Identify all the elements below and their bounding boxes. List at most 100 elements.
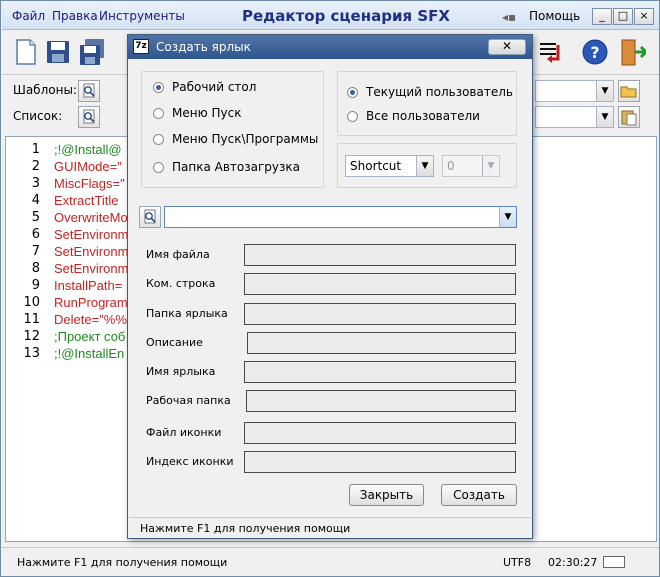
maximize-button[interactable]: □ (613, 8, 633, 25)
users-group (337, 71, 517, 136)
field-input[interactable] (244, 361, 516, 383)
radio-all-users[interactable]: Все пользователи (347, 109, 480, 123)
code-line[interactable]: Delete="%% (54, 312, 127, 327)
line-number: 3 (31, 176, 40, 191)
menu-tools[interactable]: Инструменты (99, 9, 185, 23)
radio-current-user[interactable]: Текущий пользователь (347, 85, 513, 99)
list-paste-button[interactable] (618, 106, 640, 128)
code-line[interactable]: OverwriteMo (54, 210, 128, 225)
radio-label: Папка Автозагрузка (172, 160, 300, 174)
code-line[interactable]: GUIMode=" (54, 159, 122, 174)
radio-label: Меню Пуск\Программы (172, 132, 319, 146)
list-delete-icon[interactable] (538, 37, 566, 67)
templates-search-button[interactable] (78, 80, 100, 102)
magnifier-icon (83, 109, 95, 124)
dialog-close-button[interactable]: ✕ (488, 39, 526, 55)
help-icon[interactable]: ? (581, 37, 609, 67)
status-hint: Нажмите F1 для получения помощи (17, 556, 228, 569)
menu-file[interactable]: Файл (12, 9, 45, 23)
list-search-button[interactable] (78, 106, 100, 128)
list-combo[interactable]: ▼ (535, 106, 614, 128)
field-input[interactable] (244, 422, 516, 444)
radio-icon (153, 81, 164, 93)
shortcut-type-select[interactable]: Shortcut ▼ (345, 155, 434, 177)
menu-edit[interactable]: Правка (52, 9, 98, 23)
pin-icon[interactable]: ◂▪ (502, 10, 516, 24)
code-line[interactable]: SetEnvironm (54, 244, 128, 259)
save-icon[interactable] (44, 37, 72, 67)
radio-startup-folder[interactable]: Папка Автозагрузка (153, 160, 300, 174)
field-input[interactable] (244, 244, 516, 266)
dialog-status-bar: Нажмите F1 для получения помощи (129, 517, 531, 537)
code-line[interactable]: SetEnvironm (54, 227, 128, 242)
radio-icon (153, 161, 164, 173)
create-button[interactable]: Создать (441, 484, 517, 506)
code-line[interactable]: InstallPath= (54, 278, 122, 293)
dialog-close-btn[interactable]: Закрыть (349, 484, 424, 506)
field-label: Рабочая папка (146, 394, 231, 407)
field-label: Описание (146, 336, 203, 349)
radio-label: Рабочий стол (172, 80, 257, 94)
radio-label: Текущий пользователь (366, 85, 513, 99)
field-input[interactable] (244, 273, 516, 295)
line-number: 10 (23, 295, 40, 310)
code-line[interactable]: MiscFlags=" (54, 176, 125, 191)
chevron-down-icon: ▼ (499, 207, 516, 227)
clipboard-icon (621, 110, 637, 126)
radio-icon (347, 110, 358, 122)
dialog-title: Создать ярлык (156, 40, 251, 54)
code-line[interactable]: ;!@InstallEn (54, 346, 124, 361)
radio-start-programs[interactable]: Меню Пуск\Программы (153, 132, 318, 146)
field-input[interactable] (247, 332, 516, 354)
field-input[interactable] (244, 303, 516, 325)
code-line[interactable]: ;Проект соб (54, 329, 125, 344)
radio-desktop[interactable]: Рабочий стол (153, 80, 256, 94)
svg-text:?: ? (590, 43, 599, 62)
magnifier-icon (144, 209, 156, 224)
code-line[interactable]: RunProgram (54, 295, 128, 310)
line-number: 8 (31, 261, 40, 276)
folder-icon (620, 86, 637, 98)
templates-open-button[interactable] (618, 80, 640, 102)
radio-label: Все пользователи (366, 109, 480, 123)
create-shortcut-dialog: 7z Создать ярлык ✕ Рабочий стол Меню Пус… (127, 34, 533, 539)
field-label: Ком. строка (146, 277, 216, 290)
status-time: 02:30:27 (548, 556, 598, 569)
chevron-down-icon: ▼ (482, 156, 499, 176)
line-number: 4 (31, 193, 40, 208)
target-combo[interactable]: ▼ (164, 206, 517, 228)
code-line[interactable]: ;!@Install@ (54, 142, 122, 157)
radio-start-menu[interactable]: Меню Пуск (153, 106, 241, 120)
minimize-button[interactable]: _ (592, 8, 612, 25)
exit-icon[interactable] (618, 37, 646, 67)
browse-search-button[interactable] (139, 206, 161, 228)
code-line[interactable]: SetEnvironm (54, 261, 128, 276)
shortcut-type-value: Shortcut (350, 159, 402, 173)
number-select: 0 ▼ (442, 155, 500, 177)
field-label: Имя файла (146, 248, 210, 261)
line-number: 13 (23, 346, 40, 361)
line-number: 12 (23, 329, 40, 344)
field-label: Файл иконки (146, 426, 222, 439)
dialog-status-hint: Нажмите F1 для получения помощи (140, 522, 351, 535)
save-all-icon[interactable] (78, 37, 106, 67)
radio-label: Меню Пуск (172, 106, 242, 120)
line-number: 7 (31, 244, 40, 259)
templates-combo[interactable]: ▼ (535, 80, 614, 102)
line-number: 2 (31, 159, 40, 174)
sfx-app-icon: 7z (133, 39, 149, 54)
field-label: Имя ярлыка (146, 365, 216, 378)
menu-help[interactable]: Помощь (529, 9, 580, 23)
new-file-icon[interactable] (12, 37, 40, 67)
status-bar: Нажмите F1 для получения помощи UTF8 02:… (2, 547, 659, 575)
line-number: 11 (23, 312, 40, 327)
close-window-button[interactable]: × (634, 8, 654, 25)
field-label: Папка ярлыка (146, 307, 228, 320)
magnifier-icon (83, 83, 95, 98)
line-number: 9 (31, 278, 40, 293)
field-input[interactable] (246, 390, 516, 412)
progress-indicator (603, 556, 625, 568)
field-input[interactable] (244, 451, 516, 473)
line-number: 6 (31, 227, 40, 242)
code-line[interactable]: ExtractTitle (54, 193, 119, 208)
